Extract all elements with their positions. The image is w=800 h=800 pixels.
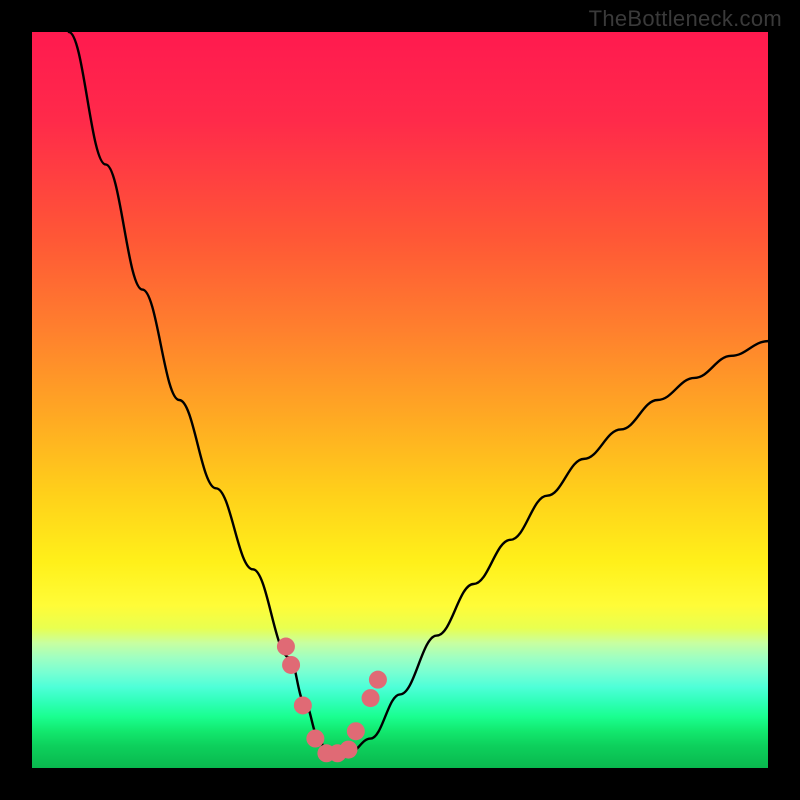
bottleneck-dot — [294, 696, 312, 714]
bottleneck-dot — [347, 722, 365, 740]
bottleneck-curve — [69, 32, 768, 753]
bottleneck-dot — [339, 741, 357, 759]
bottleneck-dot — [277, 638, 295, 656]
bottleneck-chart — [32, 32, 768, 768]
plot-area — [32, 32, 768, 768]
bottleneck-dots — [277, 638, 387, 763]
bottleneck-dot — [369, 671, 387, 689]
watermark-text: TheBottleneck.com — [589, 6, 782, 32]
bottleneck-dot — [282, 656, 300, 674]
bottleneck-dot — [306, 730, 324, 748]
bottleneck-dot — [362, 689, 380, 707]
